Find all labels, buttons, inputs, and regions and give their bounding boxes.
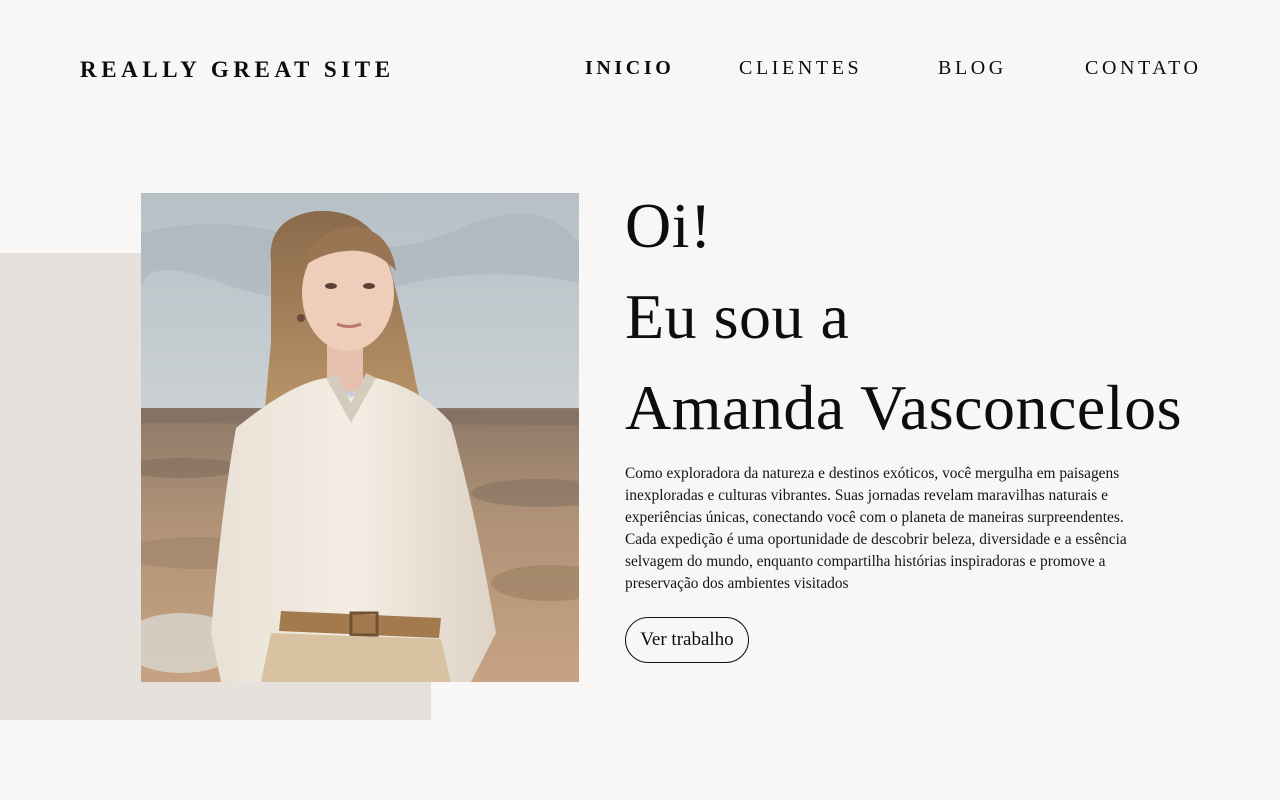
nav-item-contato[interactable]: CONTATO <box>1085 56 1202 80</box>
hero-intro: Eu sou a <box>625 281 850 352</box>
nav-item-blog[interactable]: BLOG <box>938 56 1007 80</box>
view-work-button[interactable]: Ver trabalho <box>625 617 749 663</box>
nav-item-clientes[interactable]: CLIENTES <box>739 56 862 80</box>
site-logo[interactable]: REALLY GREAT SITE <box>80 56 395 84</box>
hero-bio: Como exploradora da natureza e destinos … <box>625 465 1127 592</box>
hero-title: Oi! Eu sou a Amanda Vasconcelos <box>625 180 1182 453</box>
hero-greeting: Oi! <box>625 190 712 261</box>
hero-name: Amanda Vasconcelos <box>625 372 1182 443</box>
nav-item-inicio[interactable]: INICIO <box>585 56 674 80</box>
profile-photo <box>141 193 579 682</box>
